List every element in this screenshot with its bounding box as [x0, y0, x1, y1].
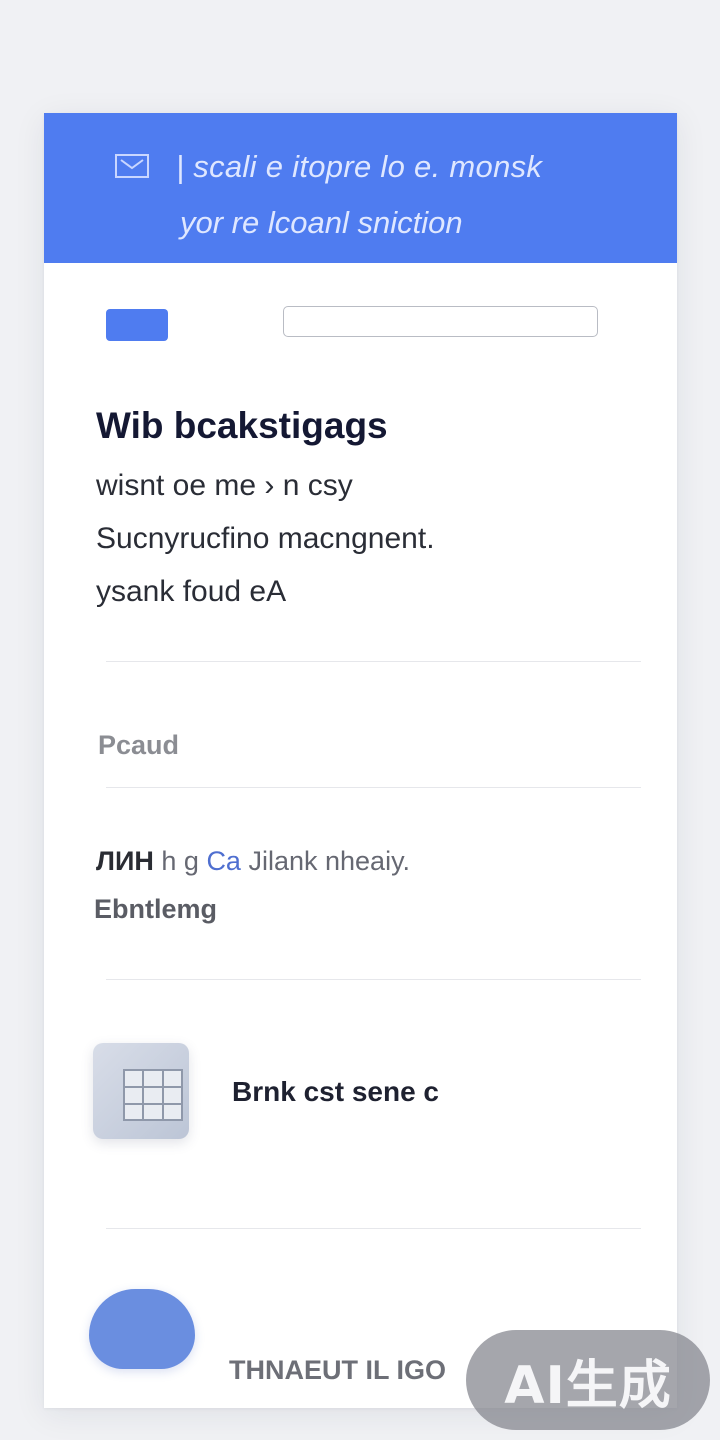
divider — [106, 979, 641, 980]
list-item-subtitle: Ebntlemg — [94, 894, 218, 924]
list-item-prefix: ЛИН — [96, 846, 154, 876]
description-line-3: ysank foud eA — [96, 575, 287, 608]
monitor-icon — [115, 154, 149, 178]
description-line-2: Sucnyrucfino macngnent. — [96, 522, 435, 555]
description-line-1: wisnt oe me › n csy — [96, 469, 353, 502]
avatar[interactable] — [89, 1289, 195, 1369]
divider — [106, 1228, 641, 1229]
search-input[interactable] — [283, 306, 598, 337]
primary-action-button[interactable] — [106, 309, 168, 341]
list-item-title[interactable]: ЛИН h g Ca Jilank nheaiy. — [96, 846, 410, 877]
list-item-rest: Jilank nheaiy. — [248, 846, 411, 876]
divider — [106, 661, 641, 662]
divider — [106, 787, 641, 788]
section-label: Pcaud — [98, 730, 180, 760]
item-caption[interactable]: Brnk cst sene c — [232, 1076, 439, 1108]
main-card: | scali e itopre lo e. monsk yor re lcoa… — [44, 113, 677, 1408]
list-item-accent: Ca — [206, 846, 241, 876]
header-banner: | scali e itopre lo e. monsk yor re lcoa… — [44, 113, 677, 263]
ai-generated-watermark: AI生成 — [466, 1330, 710, 1430]
list-item-mid: h g — [161, 846, 199, 876]
page-title: Wib bcakstigags — [96, 405, 388, 446]
banner-text-line-2: yor re lcoanl sniction — [180, 205, 463, 240]
grid-icon — [123, 1069, 183, 1121]
banner-text-line-1: | scali e itopre lo e. monsk — [176, 149, 543, 184]
footer-label: THNAEUT IL IGO — [229, 1355, 447, 1385]
item-thumbnail[interactable] — [93, 1043, 189, 1139]
